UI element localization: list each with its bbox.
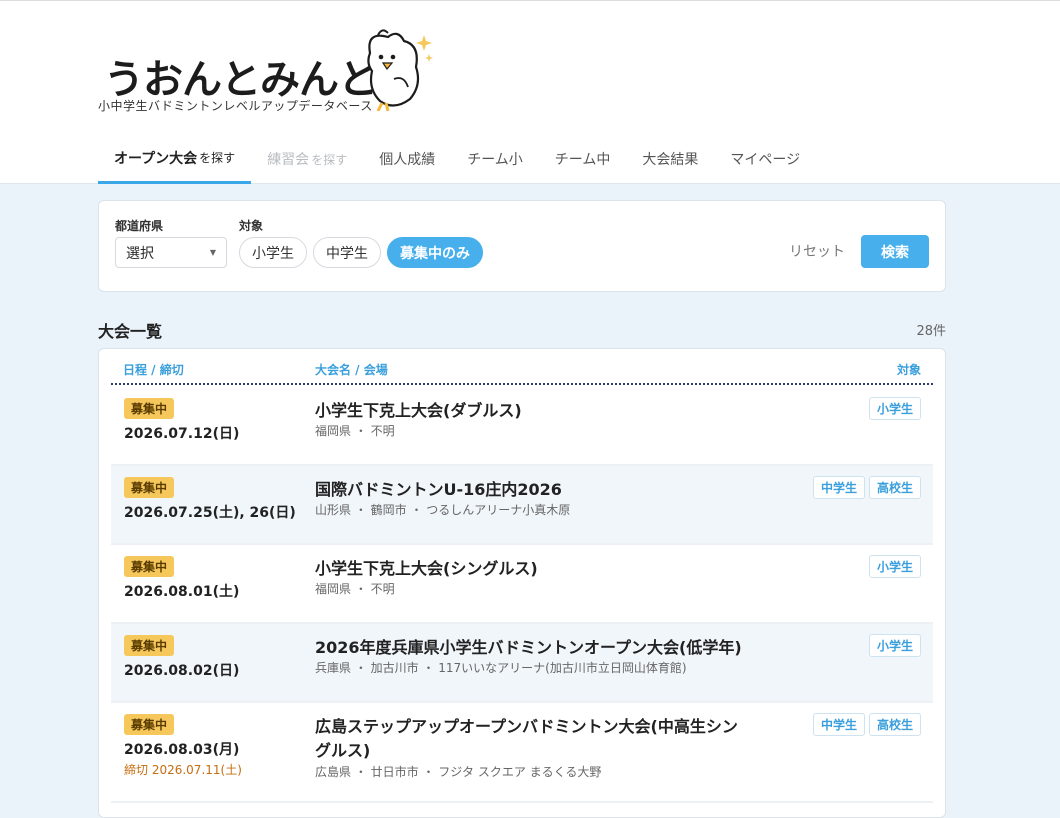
event-venue: 兵庫県 ・ 加古川市 ・ 117いいなアリーナ(加古川市立日岡山体育館): [315, 661, 687, 675]
target-tags: 小学生: [868, 555, 921, 578]
target-tag: 小学生: [868, 397, 921, 420]
event-name: 国際バドミントンU-16庄内2026: [315, 480, 562, 499]
target-tag: 中学生: [812, 476, 865, 499]
status-badge: 募集中: [124, 477, 175, 498]
table-row[interactable]: 募集中 2026.08.01(土) 小学生下克上大会(シングルス) 福岡県 ・ …: [111, 545, 933, 624]
nav-my-page[interactable]: マイページ: [714, 134, 816, 184]
chip-recruiting-only[interactable]: 募集中のみ: [387, 237, 483, 268]
event-date: 2026.08.01(土): [124, 584, 240, 600]
header-target: 対象: [896, 363, 921, 377]
list-title: 大会一覧: [98, 322, 163, 341]
event-date: 2026.07.25(土), 26(日): [124, 505, 296, 521]
status-badge: 募集中: [124, 398, 175, 419]
nav-label: チーム中: [554, 152, 611, 168]
table-row[interactable]: 募集中 2026.08.03(月) 締切 2026.07.11(土) 広島ステッ…: [111, 703, 933, 803]
nav-label: 大会結果: [642, 152, 699, 168]
target-tag: 中学生: [812, 713, 865, 736]
target-tags: 小学生: [868, 634, 921, 657]
event-venue: 広島県 ・ 廿日市市 ・ フジタ スクエア まるくる大野: [315, 765, 602, 779]
reset-button[interactable]: リセット: [789, 241, 845, 261]
chevron-down-icon: ▼: [209, 248, 216, 257]
event-date: 2026.08.03(月): [124, 742, 240, 758]
site-logo[interactable]: うおんとみんとん 小中学生バドミントンレベルアップデータベース: [98, 23, 438, 115]
event-venue: 福岡県 ・ 不明: [315, 582, 395, 596]
nav-label: オープン大会: [114, 150, 198, 167]
table-row[interactable]: 募集中 2026.07.12(日) 小学生下克上大会(ダブルス) 福岡県 ・ 不…: [111, 387, 933, 466]
nav-suffix: を探す: [311, 152, 348, 167]
main-nav: オープン大会 を探す 練習会 を探す 個人成績 チーム小 チーム中 大会結果 マイペ…: [98, 134, 816, 184]
header-name: 大会名 / 会場: [315, 363, 388, 377]
nav-individual-results[interactable]: 個人成績: [363, 134, 451, 184]
status-badge: 募集中: [124, 714, 175, 735]
nav-label: チーム小: [467, 152, 523, 168]
logo-subtitle: 小中学生バドミントンレベルアップデータベース: [98, 99, 373, 113]
table-row[interactable]: 募集中 2026.08.02(日) 2026年度兵庫県小学生バドミントンオープン…: [111, 624, 933, 703]
event-venue: 福岡県 ・ 不明: [315, 424, 395, 438]
nav-team-elementary[interactable]: チーム小: [451, 134, 539, 184]
filter-panel: 都道府県 選択 ▼ 対象 小学生 中学生 募集中のみ リセット 検索: [98, 200, 946, 292]
chick-mascot-icon: [367, 29, 433, 111]
list-header: 日程 / 締切 大会名 / 会場 対象: [111, 349, 933, 387]
chip-elementary[interactable]: 小学生: [239, 237, 307, 268]
nav-practice[interactable]: 練習会 を探す: [251, 134, 363, 184]
event-deadline: 締切 2026.07.11(土): [124, 763, 242, 777]
header-divider: [111, 383, 933, 385]
header-date: 日程 / 締切: [123, 363, 184, 377]
event-name: 小学生下克上大会(ダブルス): [315, 401, 522, 420]
prefecture-select[interactable]: 選択 ▼: [115, 237, 227, 268]
target-tag: 小学生: [868, 555, 921, 578]
nav-suffix: を探す: [199, 151, 236, 165]
nav-label: 個人成績: [379, 152, 436, 168]
status-badge: 募集中: [124, 635, 175, 656]
target-tag: 高校生: [868, 713, 921, 736]
event-name: 小学生下克上大会(シングルス): [315, 559, 538, 578]
chip-junior-high[interactable]: 中学生: [313, 237, 381, 268]
nav-tournament-results[interactable]: 大会結果: [626, 134, 714, 184]
prefecture-label: 都道府県: [115, 219, 164, 233]
event-name: 広島ステップアップオープンバドミントン大会(中高生シングルス): [315, 717, 738, 760]
tournament-list: 日程 / 締切 大会名 / 会場 対象 募集中 2026.07.12(日) 小学…: [98, 348, 946, 818]
event-date: 2026.08.02(日): [124, 663, 240, 679]
event-date: 2026.07.12(日): [124, 426, 240, 442]
search-button[interactable]: 検索: [861, 235, 929, 268]
target-tag: 高校生: [868, 476, 921, 499]
status-badge: 募集中: [124, 556, 175, 577]
nav-team-junior-high[interactable]: チーム中: [539, 134, 627, 184]
target-tag: 小学生: [868, 634, 921, 657]
nav-label: 練習会: [267, 152, 310, 168]
result-count: 28件: [916, 324, 946, 339]
target-tags: 中学生 高校生: [812, 476, 921, 499]
nav-label: マイページ: [730, 152, 801, 168]
event-venue: 山形県 ・ 鶴岡市 ・ つるしんアリーナ小真木原: [315, 503, 571, 517]
header: うおんとみんとん 小中学生バドミントンレベルアップデータベース オープン大会 を探…: [0, 0, 1060, 184]
target-tags: 小学生: [868, 397, 921, 420]
prefecture-value: 選択: [126, 245, 154, 262]
event-name: 2026年度兵庫県小学生バドミントンオープン大会(低学年): [315, 638, 742, 657]
target-label: 対象: [239, 219, 264, 233]
target-tags: 中学生 高校生: [812, 713, 921, 736]
table-row[interactable]: 募集中 2026.07.25(土), 26(日) 国際バドミントンU-16庄内2…: [111, 466, 933, 545]
nav-open-tournaments[interactable]: オープン大会 を探す: [98, 134, 252, 184]
